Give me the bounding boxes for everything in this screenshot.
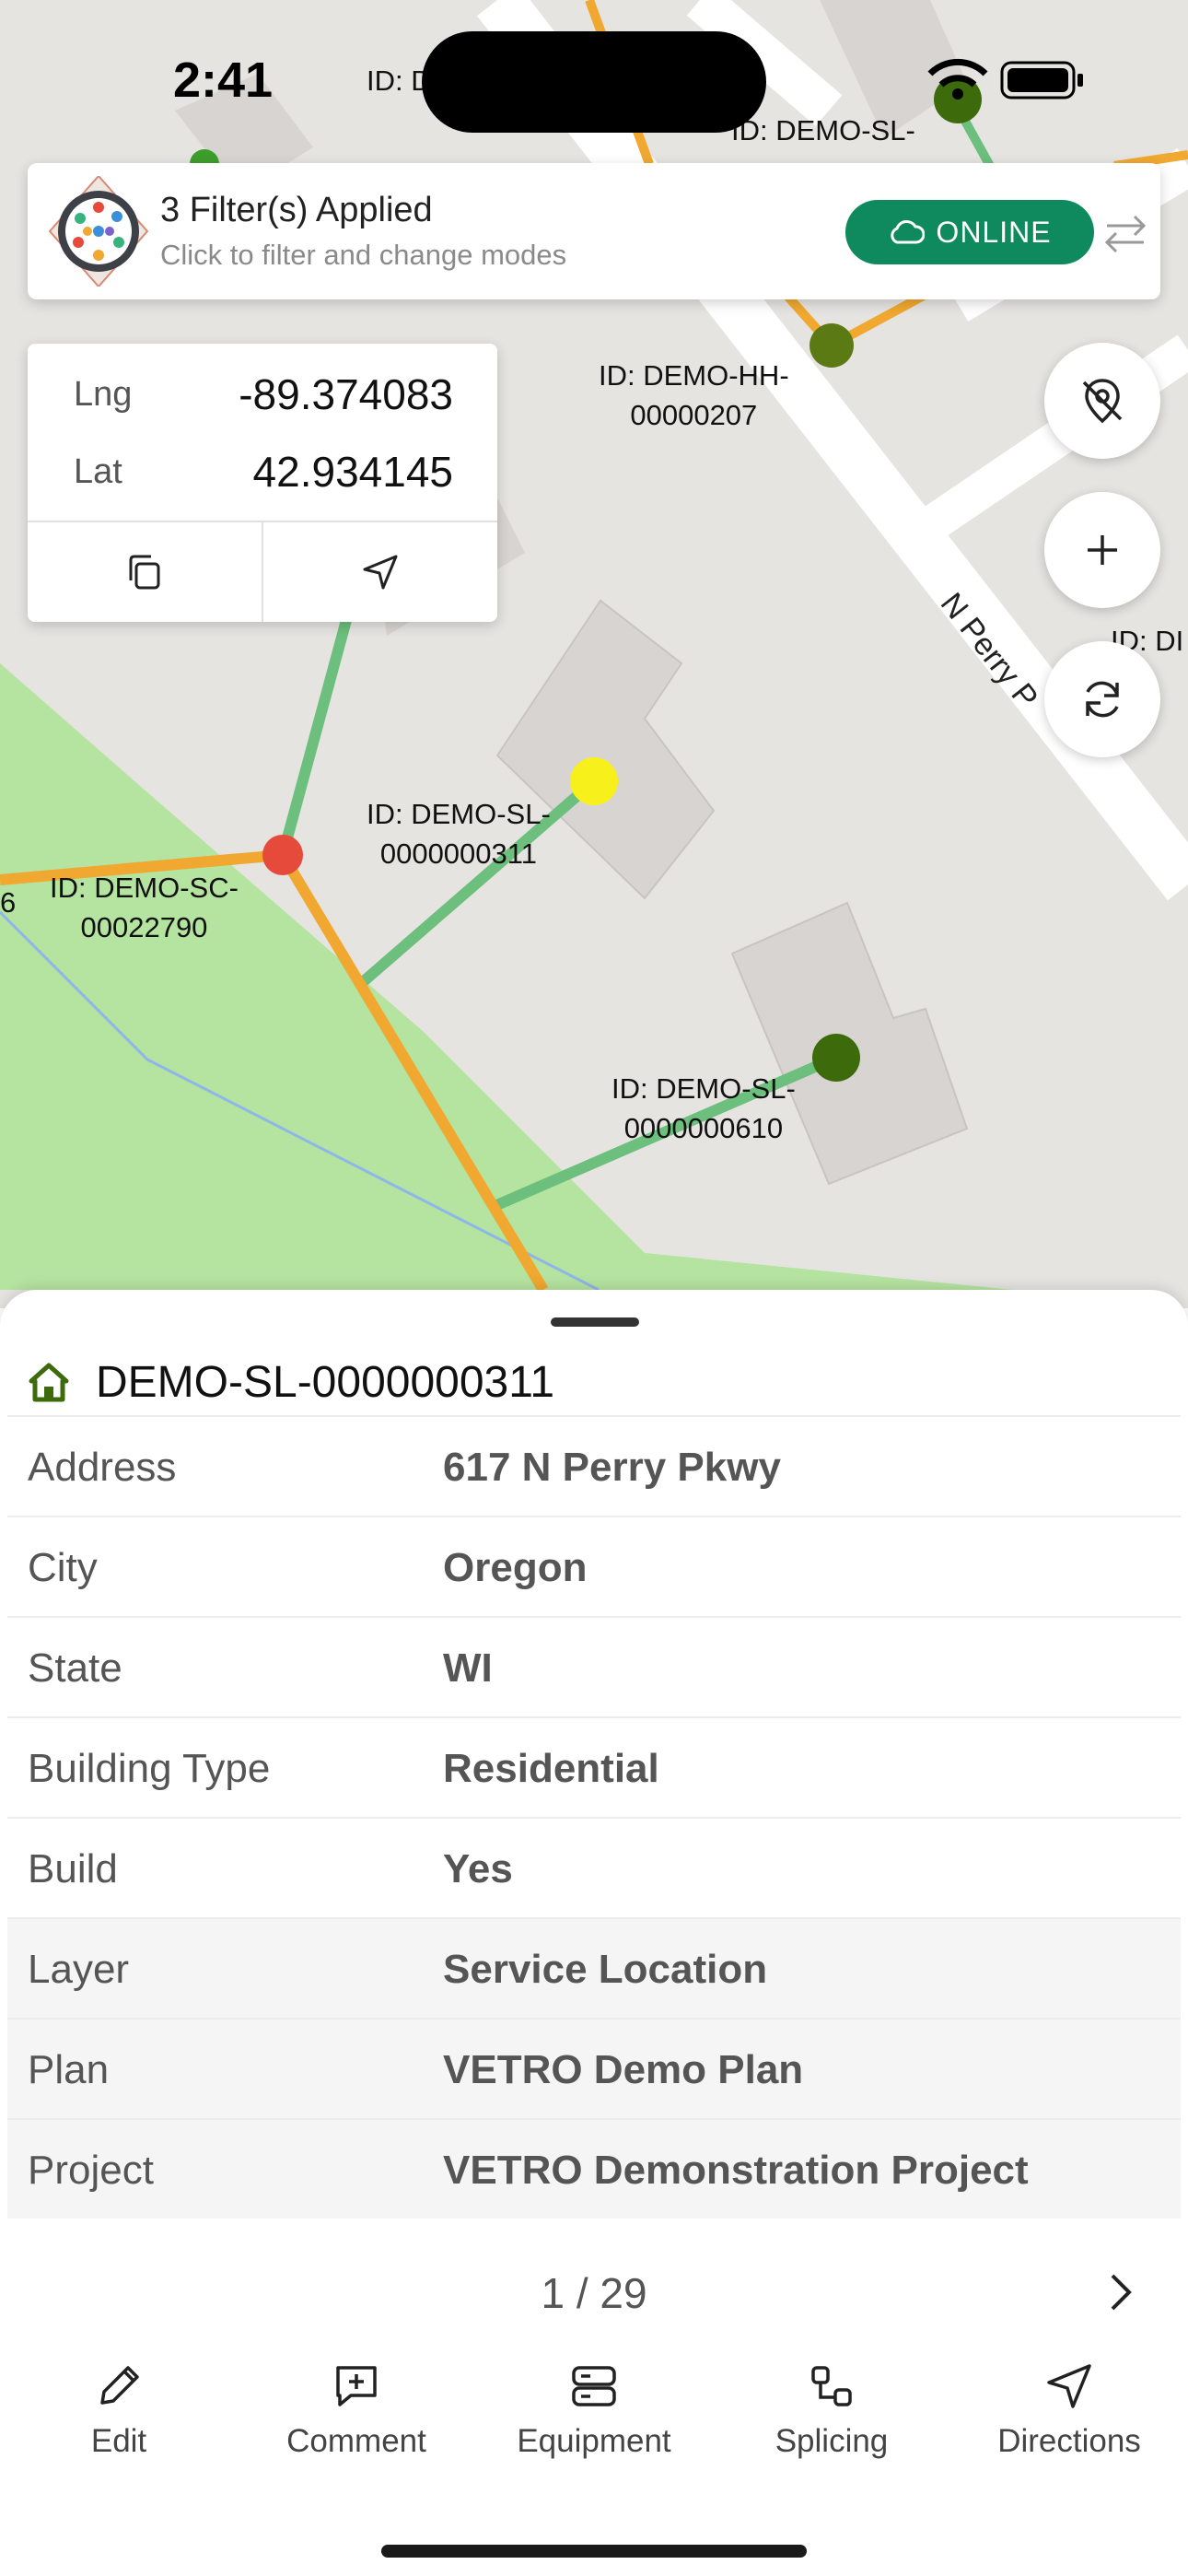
copy-icon	[129, 555, 160, 590]
node-sc-22790	[262, 835, 303, 875]
copy-coordinates-button[interactable]	[28, 522, 262, 622]
dynamic-island	[422, 31, 766, 133]
home-icon	[29, 1363, 69, 1402]
equipment-label: Equipment	[517, 2423, 671, 2459]
feature-pager: 1 / 29	[0, 2248, 1188, 2331]
location-off-button[interactable]	[1044, 343, 1160, 459]
detail-key: State	[28, 1645, 122, 1691]
map-label-sl-311: ID: DEMO-SL- 0000000311	[367, 798, 551, 870]
home-indicator[interactable]	[381, 2545, 807, 2558]
sheet-header: DEMO-SL-0000000311	[28, 1345, 554, 1419]
refresh-icon	[1086, 681, 1119, 718]
plus-icon	[1088, 535, 1117, 565]
coordinates-card: Lng -89.374083 Lat 42.934145	[28, 344, 497, 622]
detail-key: City	[28, 1545, 98, 1590]
directions-button[interactable]: Directions	[950, 2349, 1188, 2488]
detail-key: Project	[28, 2148, 154, 2193]
lng-value: -89.374083	[239, 370, 453, 418]
filter-subtitle: Click to filter and change modes	[160, 239, 567, 271]
comment-label: Comment	[286, 2423, 426, 2459]
table-row: State WI	[7, 1616, 1181, 1716]
detail-value: Residential	[443, 1746, 659, 1791]
filter-title: 3 Filter(s) Applied	[160, 191, 433, 229]
node-hh-207	[809, 323, 854, 368]
detail-value: Oregon	[443, 1545, 588, 1590]
swap-arrows-icon[interactable]	[1098, 205, 1153, 261]
table-row: Project VETRO Demonstration Project	[7, 2118, 1181, 2219]
comment-plus-icon	[336, 2366, 377, 2406]
park-area-strip	[589, 1253, 1013, 1290]
feature-details-sheet[interactable]: DEMO-SL-0000000311 Address 617 N Perry P…	[0, 1290, 1188, 2576]
splicing-icon	[811, 2366, 852, 2406]
table-row: City Oregon	[7, 1516, 1181, 1616]
table-row: Build Yes	[7, 1817, 1181, 1917]
directions-arrow-icon	[1047, 2364, 1091, 2408]
map-label-sc-22790: ID: DEMO-SC- 00022790	[50, 872, 239, 943]
equipment-button[interactable]: Equipment	[475, 2349, 713, 2488]
detail-value: WI	[443, 1645, 493, 1691]
splicing-label: Splicing	[775, 2423, 889, 2459]
equipment-icon	[572, 2366, 616, 2406]
chevron-right-icon	[1111, 2274, 1132, 2311]
node-sl-610	[812, 1034, 860, 1082]
next-feature-button[interactable]	[1092, 2265, 1147, 2320]
vetro-logo-icon	[48, 174, 149, 288]
sheet-drag-handle[interactable]	[551, 1317, 639, 1327]
detail-key: Address	[28, 1445, 177, 1490]
edit-label: Edit	[90, 2423, 147, 2459]
refresh-button[interactable]	[1044, 641, 1160, 757]
map-label-sl-top: ID: DEMO-SL-	[731, 114, 915, 146]
location-off-icon	[1082, 379, 1123, 424]
wifi-icon	[927, 58, 988, 100]
node-sl-311	[570, 757, 618, 805]
detail-value: VETRO Demo Plan	[443, 2047, 804, 2092]
action-toolbar: Edit Comment Equipment Splicing Directio…	[0, 2349, 1188, 2497]
directions-label: Directions	[997, 2423, 1141, 2459]
online-status-label: ONLINE	[936, 215, 1052, 249]
comment-button[interactable]: Comment	[238, 2349, 475, 2488]
detail-key: Building Type	[28, 1746, 271, 1791]
navigate-to-coordinates-button[interactable]	[263, 522, 497, 622]
detail-value: Service Location	[443, 1947, 768, 1992]
detail-key: Plan	[28, 2047, 110, 2092]
table-row: Plan VETRO Demo Plan	[7, 2018, 1181, 2118]
table-row: Layer Service Location	[7, 1917, 1181, 2018]
feature-title: DEMO-SL-0000000311	[96, 1357, 555, 1407]
cloud-icon	[891, 220, 926, 244]
splicing-button[interactable]: Splicing	[713, 2349, 950, 2488]
lat-label: Lat	[74, 452, 122, 491]
table-row: Building Type Residential	[7, 1716, 1181, 1817]
online-status-button[interactable]: ONLINE	[845, 200, 1094, 264]
table-row: Address 617 N Perry Pkwy	[7, 1415, 1181, 1516]
status-icons	[921, 57, 1087, 103]
navigation-arrow-icon	[363, 555, 398, 590]
filter-banner[interactable]: 3 Filter(s) Applied Click to filter and …	[28, 163, 1160, 299]
detail-value: Yes	[443, 1846, 513, 1891]
lng-row: Lng -89.374083	[28, 358, 497, 432]
map-view[interactable]: N Perry P ID: DEMO-SL- 0000000311 ID: DE…	[0, 0, 1188, 1308]
lat-row: Lat 42.934145	[28, 436, 497, 509]
lat-value: 42.934145	[252, 448, 453, 496]
map-label-hh-207: ID: DEMO-HH- 00000207	[599, 359, 789, 431]
detail-key: Build	[28, 1846, 118, 1891]
map-label-sl-610: ID: DEMO-SL- 0000000610	[611, 1072, 796, 1144]
status-bar-time: 2:41	[173, 53, 274, 108]
detail-key: Layer	[28, 1947, 130, 1992]
zoom-in-button[interactable]	[1044, 492, 1160, 608]
edit-button[interactable]: Edit	[0, 2349, 238, 2488]
pager-count: 1 / 29	[541, 2269, 647, 2317]
detail-value: 617 N Perry Pkwy	[443, 1445, 781, 1490]
pencil-icon	[100, 2366, 139, 2405]
detail-table: Address 617 N Perry Pkwy City Oregon Sta…	[7, 1415, 1181, 2219]
battery-icon	[1000, 61, 1083, 100]
drop-line-north	[277, 588, 360, 857]
lng-label: Lng	[74, 375, 133, 414]
detail-value: VETRO Demonstration Project	[443, 2148, 1029, 2193]
map-label-left-edge: 6	[0, 886, 17, 919]
